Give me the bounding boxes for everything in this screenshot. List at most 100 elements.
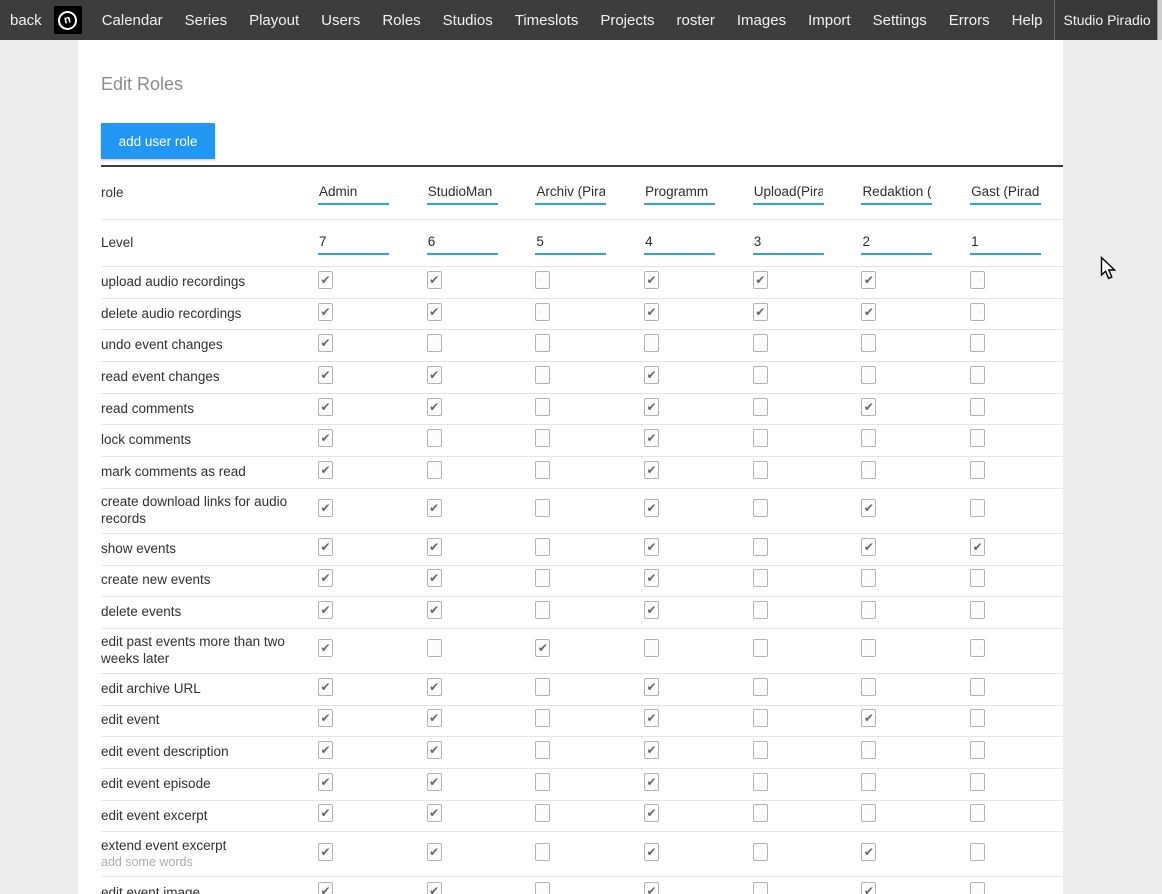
permission-checkbox[interactable]: ✔ <box>753 366 768 384</box>
permission-checkbox[interactable]: ✔ <box>644 538 659 556</box>
role-name-input[interactable] <box>644 182 715 205</box>
permission-checkbox[interactable]: ✔ <box>970 601 985 619</box>
permission-checkbox[interactable]: ✔ <box>535 709 550 727</box>
permission-checkbox[interactable]: ✔ <box>753 398 768 416</box>
permission-checkbox[interactable]: ✔ <box>861 398 876 416</box>
permission-checkbox[interactable]: ✔ <box>535 843 550 861</box>
permission-checkbox[interactable]: ✔ <box>861 639 876 657</box>
nav-item-timeslots[interactable]: Timeslots <box>504 0 590 40</box>
role-name-input[interactable] <box>753 182 824 205</box>
permission-checkbox[interactable]: ✔ <box>318 709 333 727</box>
permission-checkbox[interactable]: ✔ <box>427 303 442 321</box>
permission-checkbox[interactable]: ✔ <box>535 366 550 384</box>
permission-checkbox[interactable]: ✔ <box>970 398 985 416</box>
permission-checkbox[interactable]: ✔ <box>970 678 985 696</box>
permission-checkbox[interactable]: ✔ <box>318 741 333 759</box>
add-user-role-button[interactable]: add user role <box>101 123 215 159</box>
permission-checkbox[interactable]: ✔ <box>861 601 876 619</box>
permission-checkbox[interactable]: ✔ <box>970 773 985 791</box>
nav-item-playout[interactable]: Playout <box>238 0 310 40</box>
permission-checkbox[interactable]: ✔ <box>318 804 333 822</box>
permission-checkbox[interactable]: ✔ <box>970 499 985 517</box>
nav-item-help[interactable]: Help <box>1001 0 1054 40</box>
permission-checkbox[interactable]: ✔ <box>644 569 659 587</box>
permission-checkbox[interactable]: ✔ <box>753 804 768 822</box>
permission-checkbox[interactable]: ✔ <box>970 569 985 587</box>
chevron-down-icon[interactable]: ▼ <box>1157 0 1162 40</box>
permission-checkbox[interactable]: ✔ <box>753 709 768 727</box>
permission-checkbox[interactable]: ✔ <box>318 334 333 352</box>
permission-checkbox[interactable]: ✔ <box>861 366 876 384</box>
permission-checkbox[interactable]: ✔ <box>427 804 442 822</box>
permission-checkbox[interactable]: ✔ <box>427 538 442 556</box>
role-level-input[interactable] <box>753 232 824 255</box>
nav-item-settings[interactable]: Settings <box>862 0 938 40</box>
permission-checkbox[interactable]: ✔ <box>970 334 985 352</box>
permission-checkbox[interactable]: ✔ <box>535 334 550 352</box>
permission-checkbox[interactable]: ✔ <box>644 882 659 894</box>
permission-checkbox[interactable]: ✔ <box>427 271 442 289</box>
role-level-input[interactable] <box>644 232 715 255</box>
nav-item-images[interactable]: Images <box>726 0 797 40</box>
nav-item-import[interactable]: Import <box>797 0 862 40</box>
permission-checkbox[interactable]: ✔ <box>861 538 876 556</box>
permission-checkbox[interactable]: ✔ <box>535 499 550 517</box>
role-level-input[interactable] <box>318 232 389 255</box>
permission-checkbox[interactable]: ✔ <box>427 461 442 479</box>
permission-checkbox[interactable]: ✔ <box>535 303 550 321</box>
permission-checkbox[interactable]: ✔ <box>427 334 442 352</box>
permission-checkbox[interactable]: ✔ <box>644 773 659 791</box>
role-level-input[interactable] <box>970 232 1041 255</box>
permission-checkbox[interactable]: ✔ <box>318 398 333 416</box>
permission-checkbox[interactable]: ✔ <box>318 366 333 384</box>
permission-checkbox[interactable]: ✔ <box>970 709 985 727</box>
role-level-input[interactable] <box>861 232 932 255</box>
permission-checkbox[interactable]: ✔ <box>318 678 333 696</box>
permission-checkbox[interactable]: ✔ <box>318 601 333 619</box>
permission-checkbox[interactable]: ✔ <box>535 271 550 289</box>
permission-checkbox[interactable]: ✔ <box>970 303 985 321</box>
role-name-input[interactable] <box>970 182 1041 205</box>
permission-checkbox[interactable]: ✔ <box>753 678 768 696</box>
permission-checkbox[interactable]: ✔ <box>535 569 550 587</box>
permission-checkbox[interactable]: ✔ <box>861 499 876 517</box>
permission-checkbox[interactable]: ✔ <box>427 499 442 517</box>
permission-checkbox[interactable]: ✔ <box>318 303 333 321</box>
permission-checkbox[interactable]: ✔ <box>427 843 442 861</box>
role-level-input[interactable] <box>427 232 498 255</box>
nav-item-roster[interactable]: roster <box>666 0 726 40</box>
permission-checkbox[interactable]: ✔ <box>644 804 659 822</box>
nav-item-users[interactable]: Users <box>310 0 371 40</box>
permission-checkbox[interactable]: ✔ <box>970 366 985 384</box>
permission-checkbox[interactable]: ✔ <box>861 882 876 894</box>
role-name-input[interactable] <box>535 182 606 205</box>
permission-checkbox[interactable]: ✔ <box>318 429 333 447</box>
permission-checkbox[interactable]: ✔ <box>753 773 768 791</box>
permission-checkbox[interactable]: ✔ <box>644 303 659 321</box>
permission-checkbox[interactable]: ✔ <box>861 804 876 822</box>
nav-item-studios[interactable]: Studios <box>432 0 504 40</box>
permission-checkbox[interactable]: ✔ <box>970 429 985 447</box>
permission-checkbox[interactable]: ✔ <box>644 271 659 289</box>
nav-item-errors[interactable]: Errors <box>938 0 1001 40</box>
permission-checkbox[interactable]: ✔ <box>427 639 442 657</box>
permission-checkbox[interactable]: ✔ <box>535 601 550 619</box>
permission-checkbox[interactable]: ✔ <box>970 843 985 861</box>
permission-checkbox[interactable]: ✔ <box>535 882 550 894</box>
permission-checkbox[interactable]: ✔ <box>970 882 985 894</box>
permission-checkbox[interactable]: ✔ <box>427 709 442 727</box>
permission-checkbox[interactable]: ✔ <box>427 366 442 384</box>
permission-checkbox[interactable]: ✔ <box>427 741 442 759</box>
permission-checkbox[interactable]: ✔ <box>753 639 768 657</box>
permission-checkbox[interactable]: ✔ <box>318 843 333 861</box>
permission-checkbox[interactable]: ✔ <box>318 639 333 657</box>
permission-checkbox[interactable]: ✔ <box>427 678 442 696</box>
permission-checkbox[interactable]: ✔ <box>970 271 985 289</box>
permission-checkbox[interactable]: ✔ <box>644 334 659 352</box>
permission-checkbox[interactable]: ✔ <box>753 538 768 556</box>
permission-checkbox[interactable]: ✔ <box>535 398 550 416</box>
permission-checkbox[interactable]: ✔ <box>644 843 659 861</box>
permission-checkbox[interactable]: ✔ <box>753 461 768 479</box>
permission-checkbox[interactable]: ✔ <box>861 741 876 759</box>
nav-item-projects[interactable]: Projects <box>589 0 665 40</box>
